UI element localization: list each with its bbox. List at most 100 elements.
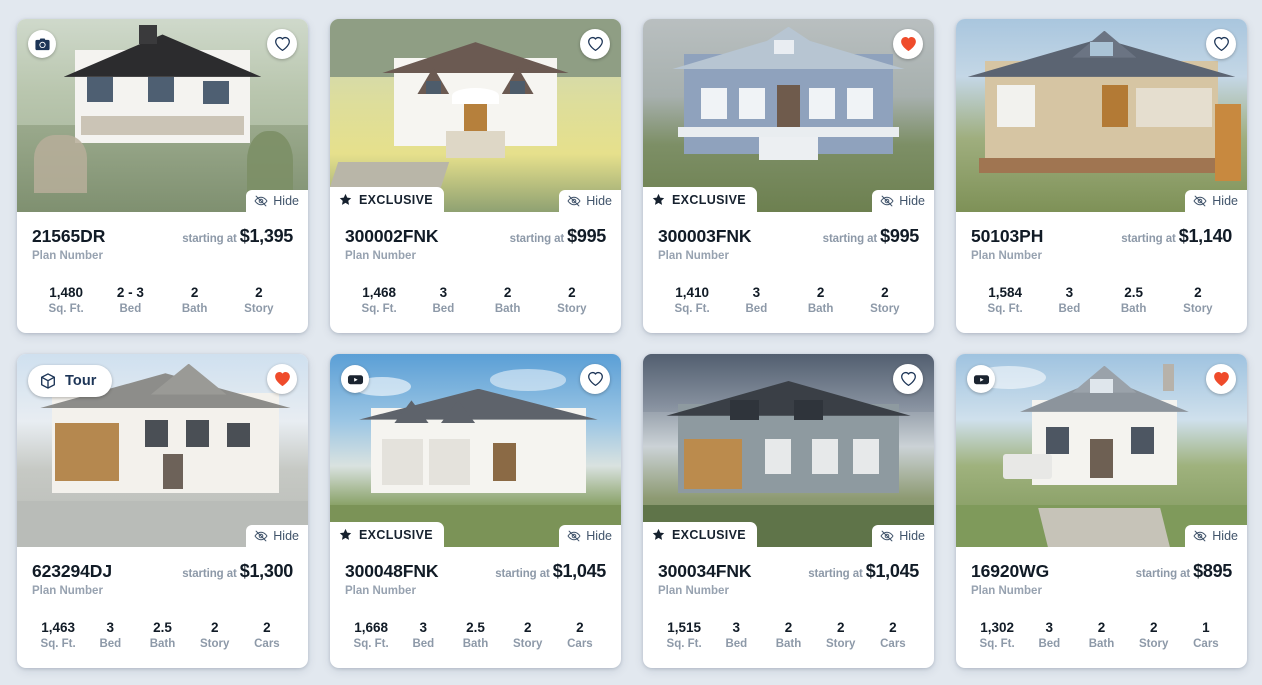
spec-label: Bed: [119, 302, 142, 315]
plan-number[interactable]: 300048FNK: [345, 561, 439, 582]
plan-card[interactable]: Tour Hide 623294DJ starting at $1,300 Plan N…: [17, 354, 308, 668]
plan-specs: 1,515 Sq. Ft. 3 Bed 2 Bath 2 Story 2 Cars: [658, 620, 919, 650]
hide-button[interactable]: Hide: [1185, 190, 1247, 212]
spec-label: Bath: [149, 637, 176, 650]
plan-header-row: 300034FNK starting at $1,045: [658, 561, 919, 582]
plan-number-sublabel: Plan Number: [658, 585, 729, 597]
spec-value: 3: [106, 620, 115, 635]
hide-label: Hide: [586, 194, 612, 208]
favorite-button[interactable]: [580, 29, 610, 59]
plan-card[interactable]: Hide 16920WG starting at $895 Plan Number 1,3…: [956, 354, 1247, 668]
plan-card[interactable]: EXCLUSIVE Hide 300003FNK starting at $995 Pl…: [643, 19, 934, 333]
spec-label: Bed: [745, 302, 768, 315]
starting-at-label: starting at: [182, 233, 237, 245]
plan-number-sublabel: Plan Number: [971, 585, 1042, 597]
spec-label: Story: [244, 302, 274, 315]
spec-label: Story: [870, 302, 900, 315]
favorite-button[interactable]: [893, 364, 923, 394]
plan-price: $1,045: [865, 561, 920, 581]
spec-value: 2: [1194, 285, 1202, 300]
plan-number-sublabel: Plan Number: [345, 250, 416, 262]
spec-label: Sq. Ft.: [666, 637, 702, 650]
eye-off-icon: [567, 529, 581, 543]
hide-button[interactable]: Hide: [246, 190, 308, 212]
plan-card[interactable]: Hide 50103PH starting at $1,140 Plan Number 1…: [956, 19, 1247, 333]
plan-number[interactable]: 623294DJ: [32, 561, 112, 582]
plan-card-media[interactable]: Tour Hide: [17, 354, 308, 547]
plan-number[interactable]: 300002FNK: [345, 226, 439, 247]
spec-value: 2: [784, 620, 793, 635]
plan-card-media[interactable]: EXCLUSIVE Hide: [643, 19, 934, 212]
plan-card-media[interactable]: Hide: [17, 19, 308, 212]
favorite-button-active[interactable]: [893, 29, 923, 59]
plan-card[interactable]: Hide 21565DR starting at $1,395 Plan Number 1…: [17, 19, 308, 333]
plan-card-media[interactable]: Hide: [956, 354, 1247, 547]
plan-photo: [643, 354, 934, 547]
spec-label: Story: [1183, 302, 1213, 315]
plan-specs: 1,302 Sq. Ft. 3 Bed 2 Bath 2 Story 1 Cars: [971, 620, 1232, 650]
spec-label: Bath: [807, 302, 834, 315]
hide-button[interactable]: Hide: [1185, 525, 1247, 547]
spec-value: 3: [419, 620, 428, 635]
spec-value: 3: [752, 285, 761, 300]
starting-at-label: starting at: [808, 568, 863, 580]
plan-number[interactable]: 16920WG: [971, 561, 1049, 582]
spec-bath: 2.5 Bath: [449, 620, 501, 650]
plan-number[interactable]: 300003FNK: [658, 226, 752, 247]
plan-price: $995: [880, 226, 919, 246]
heart-outline-icon: [587, 36, 604, 52]
hide-button[interactable]: Hide: [872, 190, 934, 212]
spec-cars: 2 Cars: [867, 620, 919, 650]
plan-specs: 1,468 Sq. Ft. 3 Bed 2 Bath 2 Story: [345, 285, 606, 315]
eye-off-icon: [254, 194, 268, 208]
camera-icon[interactable]: [28, 30, 56, 58]
spec-bath: 2 Bath: [762, 620, 814, 650]
price-block: starting at $895: [1136, 561, 1233, 582]
spec-label: Bath: [181, 302, 208, 315]
spec-label: Bed: [1038, 637, 1061, 650]
plan-card-media[interactable]: EXCLUSIVE Hide: [330, 354, 621, 547]
plan-card-media[interactable]: Hide: [956, 19, 1247, 212]
favorite-button[interactable]: [1206, 29, 1236, 59]
plan-number-sublabel: Plan Number: [32, 585, 103, 597]
tour-label: Tour: [65, 373, 97, 389]
price-block: starting at $1,395: [182, 226, 293, 247]
hide-label: Hide: [1212, 194, 1238, 208]
hide-button[interactable]: Hide: [559, 525, 621, 547]
plan-number[interactable]: 21565DR: [32, 226, 105, 247]
plan-price: $1,140: [1178, 226, 1233, 246]
favorite-button-active[interactable]: [267, 364, 297, 394]
video-icon[interactable]: [967, 365, 995, 393]
price-block: starting at $995: [510, 226, 607, 247]
plan-number[interactable]: 300034FNK: [658, 561, 752, 582]
spec-sq-ft: 1,302 Sq. Ft.: [971, 620, 1023, 650]
star-icon: [652, 193, 665, 206]
spec-sq-ft: 1,584 Sq. Ft.: [973, 285, 1037, 315]
plan-card[interactable]: EXCLUSIVE Hide 300002FNK starting at $995 Pl…: [330, 19, 621, 333]
tour-button[interactable]: Tour: [28, 365, 112, 397]
plan-card-media[interactable]: EXCLUSIVE Hide: [643, 354, 934, 547]
plan-card-media[interactable]: EXCLUSIVE Hide: [330, 19, 621, 212]
favorite-button[interactable]: [267, 29, 297, 59]
spec-bed: 2 - 3 Bed: [98, 285, 162, 315]
spec-value: 1,302: [980, 620, 1014, 635]
hide-button[interactable]: Hide: [246, 525, 308, 547]
spec-story: 2 Story: [227, 285, 291, 315]
spec-label: Bath: [1120, 302, 1147, 315]
spec-label: Story: [826, 637, 856, 650]
spec-bed: 3 Bed: [710, 620, 762, 650]
spec-sq-ft: 1,668 Sq. Ft.: [345, 620, 397, 650]
hide-button[interactable]: Hide: [559, 190, 621, 212]
plan-number[interactable]: 50103PH: [971, 226, 1043, 247]
hide-label: Hide: [899, 529, 925, 543]
plan-card[interactable]: EXCLUSIVE Hide 300048FNK starting at $1,045…: [330, 354, 621, 668]
favorite-button-active[interactable]: [1206, 364, 1236, 394]
spec-value: 2: [190, 285, 199, 300]
favorite-button[interactable]: [580, 364, 610, 394]
spec-value: 1,584: [988, 285, 1023, 300]
video-icon[interactable]: [341, 365, 369, 393]
spec-value: 2: [816, 285, 825, 300]
plan-card[interactable]: EXCLUSIVE Hide 300034FNK starting at $1,045…: [643, 354, 934, 668]
hide-button[interactable]: Hide: [872, 525, 934, 547]
spec-value: 2: [1149, 620, 1158, 635]
